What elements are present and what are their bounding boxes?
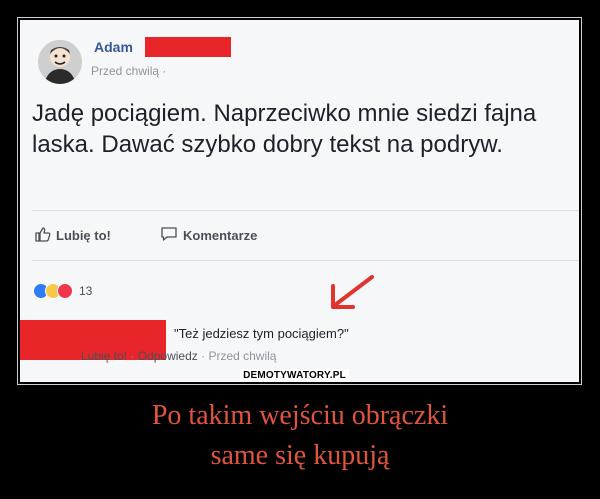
like-button[interactable]: Lubię to! bbox=[35, 226, 111, 245]
thumbs-up-icon bbox=[35, 226, 51, 245]
comment-reply-link[interactable]: Odpowiedz bbox=[138, 349, 198, 363]
separator: · bbox=[197, 349, 209, 363]
comment-bubble-icon bbox=[160, 226, 178, 245]
author-avatar[interactable] bbox=[38, 40, 82, 84]
caption-line-1: Po takim wejściu obrączki bbox=[151, 400, 449, 431]
author-name[interactable]: Adam bbox=[94, 39, 133, 55]
post-text: Jadę pociągiem. Naprzeciwko mnie siedzi … bbox=[32, 100, 537, 158]
comment-label: Komentarze bbox=[183, 228, 258, 243]
reaction-count: 13 bbox=[79, 284, 93, 298]
redacted-surname bbox=[145, 37, 231, 57]
comment-timestamp: Przed chwilą bbox=[208, 349, 277, 363]
red-arrow-icon bbox=[326, 272, 378, 317]
comment-button[interactable]: Komentarze bbox=[160, 226, 257, 245]
separator: · bbox=[127, 349, 138, 363]
reactions-summary[interactable]: 13 bbox=[33, 283, 92, 299]
post-timestamp: Przed chwilą · bbox=[91, 64, 167, 78]
like-label: Lubię to! bbox=[56, 228, 111, 243]
divider bbox=[32, 210, 579, 211]
comment-like-link[interactable]: Lubię to! bbox=[81, 349, 127, 363]
divider bbox=[32, 260, 579, 261]
comment-text: "Też jedziesz tym pociągiem?" bbox=[174, 326, 349, 341]
facebook-post: Adam Przed chwilą · Jadę pociągiem. Napr… bbox=[20, 20, 579, 382]
caption-line-2: same się kupują bbox=[210, 440, 390, 471]
watermark: DEMOTYWATORY.PL bbox=[240, 369, 349, 382]
comment-actions: Lubię to! · Odpowiedz · Przed chwilą bbox=[81, 349, 276, 363]
love-reaction-icon bbox=[57, 283, 73, 299]
